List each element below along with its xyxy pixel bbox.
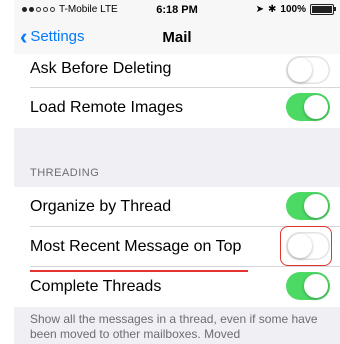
complete-threads-toggle[interactable] [286,272,330,300]
location-icon: ➤ [255,4,265,15]
status-bar: T-Mobile LTE 6:18 PM ➤ ✱ 100% [14,0,340,20]
row-label: Load Remote Images [30,99,183,116]
row-organize-by-thread: Organize by Thread [14,187,340,227]
ask-before-deleting-toggle[interactable] [286,56,330,84]
row-ask-before-deleting: Ask Before Deleting [14,54,340,88]
organize-by-thread-toggle[interactable] [286,192,330,220]
row-label: Complete Threads [30,278,162,295]
row-label: Organize by Thread [30,198,172,215]
bluetooth-icon: ✱ [268,4,277,15]
annotation-highlight-box [280,226,332,266]
row-complete-threads: Complete Threads [14,267,340,307]
section-header-threading: THREADING [30,167,100,179]
row-load-remote-images: Load Remote Images [14,88,340,128]
threading-footer-note: Show all the messages in a thread, even … [30,312,318,341]
battery-percent: 100% [280,4,306,15]
page-title: Mail [162,29,192,46]
row-label: Ask Before Deleting [30,60,172,77]
load-remote-images-toggle[interactable] [286,93,330,121]
status-right: ➤ ✱ 100% [255,4,336,15]
mail-settings-screen: T-Mobile LTE 6:18 PM ➤ ✱ 100% ‹ Settings… [14,0,340,344]
row-label: Most Recent Message on Top [30,238,242,255]
battery-icon [310,4,336,15]
annotation-underline [30,270,248,272]
navigation-bar: ‹ Settings Mail [14,20,340,54]
